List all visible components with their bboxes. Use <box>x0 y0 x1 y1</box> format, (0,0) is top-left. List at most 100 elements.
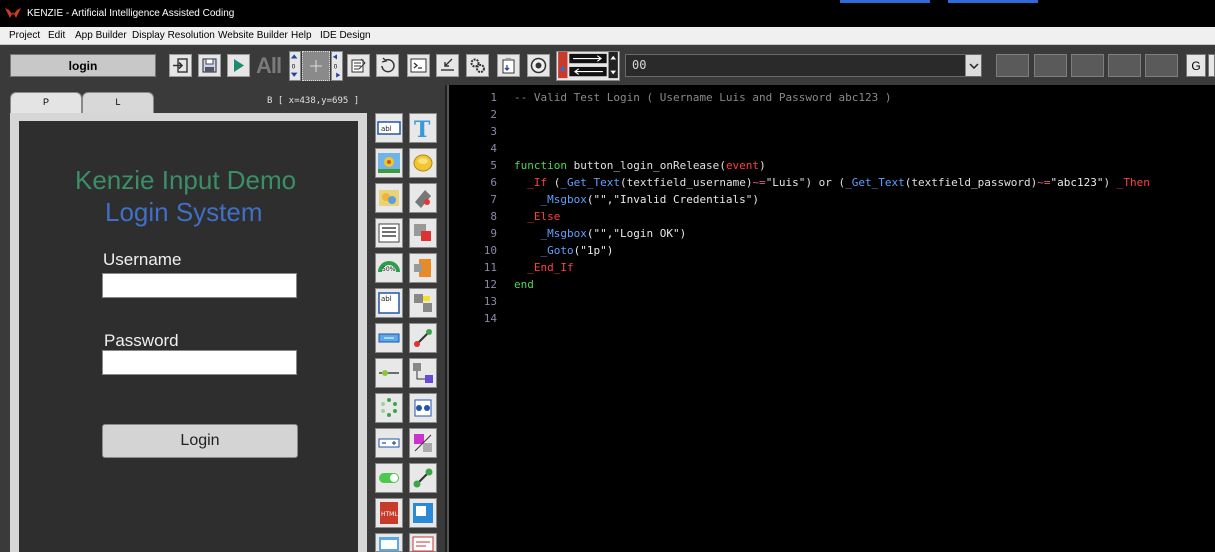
terminal-icon <box>410 58 427 73</box>
app-screen[interactable]: Kenzie Input Demo Login System Username … <box>19 121 358 552</box>
layer-icon <box>414 259 431 277</box>
code-line-12[interactable]: end <box>514 278 534 291</box>
macro-end-if: _End_If <box>527 261 574 274</box>
import-button[interactable] <box>169 54 192 77</box>
export-button[interactable] <box>436 54 459 77</box>
palette-transform[interactable] <box>409 428 437 458</box>
palette-button-round[interactable] <box>409 148 437 178</box>
svg-text:abl: abl <box>381 125 392 133</box>
toolbar-overflow-button[interactable] <box>1208 54 1215 77</box>
palette-html[interactable]: HTML <box>375 498 403 528</box>
code-line-5[interactable]: function button_login_onRelease(event) <box>514 159 766 172</box>
code-line-1[interactable]: -- Valid Test Login ( Username Luis and … <box>514 91 892 104</box>
nudge-right-control[interactable]: 0 <box>331 51 343 81</box>
palette-slider[interactable] <box>375 358 403 388</box>
code-line-8[interactable]: _Else <box>514 210 560 223</box>
list-icon <box>378 223 400 243</box>
line-number: 13 <box>483 295 497 308</box>
palette-sprite[interactable] <box>375 183 403 213</box>
palette-layer[interactable] <box>409 253 437 283</box>
save-button[interactable] <box>198 54 221 77</box>
line-number: 3 <box>490 125 497 138</box>
code-line-6[interactable]: _If (_Get_Text(textfield_username)~="Lui… <box>514 176 1150 189</box>
palette-resize[interactable] <box>409 393 437 423</box>
palette-number-input[interactable] <box>375 428 403 458</box>
device-preview: Kenzie Input Demo Login System Username … <box>10 113 367 552</box>
palette-image[interactable] <box>375 148 403 178</box>
palette-line[interactable] <box>409 323 437 353</box>
palette-rect[interactable] <box>409 218 437 248</box>
username-field[interactable] <box>102 273 297 298</box>
text-icon: T <box>414 117 431 140</box>
password-field[interactable] <box>102 350 297 375</box>
password-label: Password <box>104 331 179 350</box>
media-button[interactable] <box>527 54 550 77</box>
toolbar-slot-2[interactable] <box>1034 54 1067 77</box>
clipboard-button[interactable] <box>497 54 520 77</box>
menu-display-resolution[interactable]: Display Resolution <box>132 30 215 41</box>
transition-tools[interactable] <box>556 51 620 81</box>
settings-button[interactable] <box>466 54 489 77</box>
palette-joint[interactable] <box>409 463 437 493</box>
palette-list[interactable] <box>375 218 403 248</box>
menu-app-builder[interactable]: App Builder <box>75 30 127 41</box>
toolbar-slot-3[interactable] <box>1071 54 1104 77</box>
call-get-text: _Get_Text <box>845 176 905 189</box>
palette-frame[interactable] <box>409 498 437 528</box>
toolbar-slot-1[interactable] <box>996 54 1029 77</box>
menu-help[interactable]: Help <box>291 30 312 41</box>
code-text: ) or ( <box>805 176 846 189</box>
macro-else: _Else <box>527 210 561 223</box>
run-all-label[interactable]: All <box>256 53 282 79</box>
palette-textfield[interactable]: abl <box>375 113 403 143</box>
code-line-9[interactable]: _Msgbox("","Login OK") <box>514 227 687 240</box>
palette-webview[interactable] <box>375 533 403 552</box>
menu-ide-design[interactable]: IDE Design <box>320 30 371 41</box>
code-line-11[interactable]: _End_If <box>514 261 574 274</box>
palette-spinner[interactable] <box>375 393 403 423</box>
palette-group[interactable] <box>409 288 437 318</box>
tab-p[interactable]: P <box>10 92 82 113</box>
properties-button[interactable] <box>347 54 370 77</box>
palette-progress[interactable]: 50% <box>375 253 403 283</box>
gears-icon <box>470 58 485 73</box>
login-button[interactable]: Login <box>102 424 298 458</box>
run-button[interactable] <box>227 54 250 77</box>
move-tool[interactable] <box>302 51 330 81</box>
menu-edit[interactable]: Edit <box>48 30 65 41</box>
tab-l[interactable]: L <box>82 92 154 113</box>
image-icon <box>378 153 400 173</box>
toolbar-slot-4[interactable] <box>1108 54 1141 77</box>
palette-textarea[interactable]: abl <box>375 288 403 318</box>
menu-website-builder[interactable]: Website Builder <box>218 30 288 41</box>
refresh-button[interactable] <box>376 54 399 77</box>
g-button[interactable]: G <box>1186 54 1206 77</box>
page-selector[interactable]: login <box>10 54 156 77</box>
svg-text:50%: 50% <box>382 266 396 273</box>
chevron-down-icon[interactable] <box>965 55 981 76</box>
title-accent <box>948 0 1038 3</box>
menu-project[interactable]: Project <box>9 30 40 41</box>
nudge-left-control[interactable]: 0 <box>289 51 301 81</box>
button-icon <box>378 333 400 343</box>
palette-connector[interactable] <box>409 358 437 388</box>
palette-button[interactable] <box>375 323 403 353</box>
palette-shape[interactable] <box>409 183 437 213</box>
object-combo-value: 00 <box>632 58 647 72</box>
code-punct: ) <box>759 159 766 172</box>
call-msgbox: _Msgbox <box>540 227 587 240</box>
palette-logic[interactable] <box>409 533 437 552</box>
line-number: 7 <box>490 193 497 206</box>
code-editor[interactable]: 1 2 3 4 5 6 7 8 9 10 11 12 13 14 -- Valid Test Login … <box>447 85 1215 552</box>
object-combo[interactable]: 00 <box>625 54 982 77</box>
export-icon <box>441 58 454 71</box>
line-number: 10 <box>483 244 497 257</box>
textfield-icon: abl <box>377 121 401 135</box>
toolbar-slot-5[interactable] <box>1145 54 1178 77</box>
palette-toggle[interactable] <box>375 463 403 493</box>
console-button[interactable] <box>407 54 430 77</box>
code-line-10[interactable]: _Goto("1p") <box>514 244 614 257</box>
line-number: 9 <box>490 227 497 240</box>
palette-text[interactable]: T <box>409 113 437 143</box>
code-line-7[interactable]: _Msgbox("","Invalid Credentials") <box>514 193 760 206</box>
